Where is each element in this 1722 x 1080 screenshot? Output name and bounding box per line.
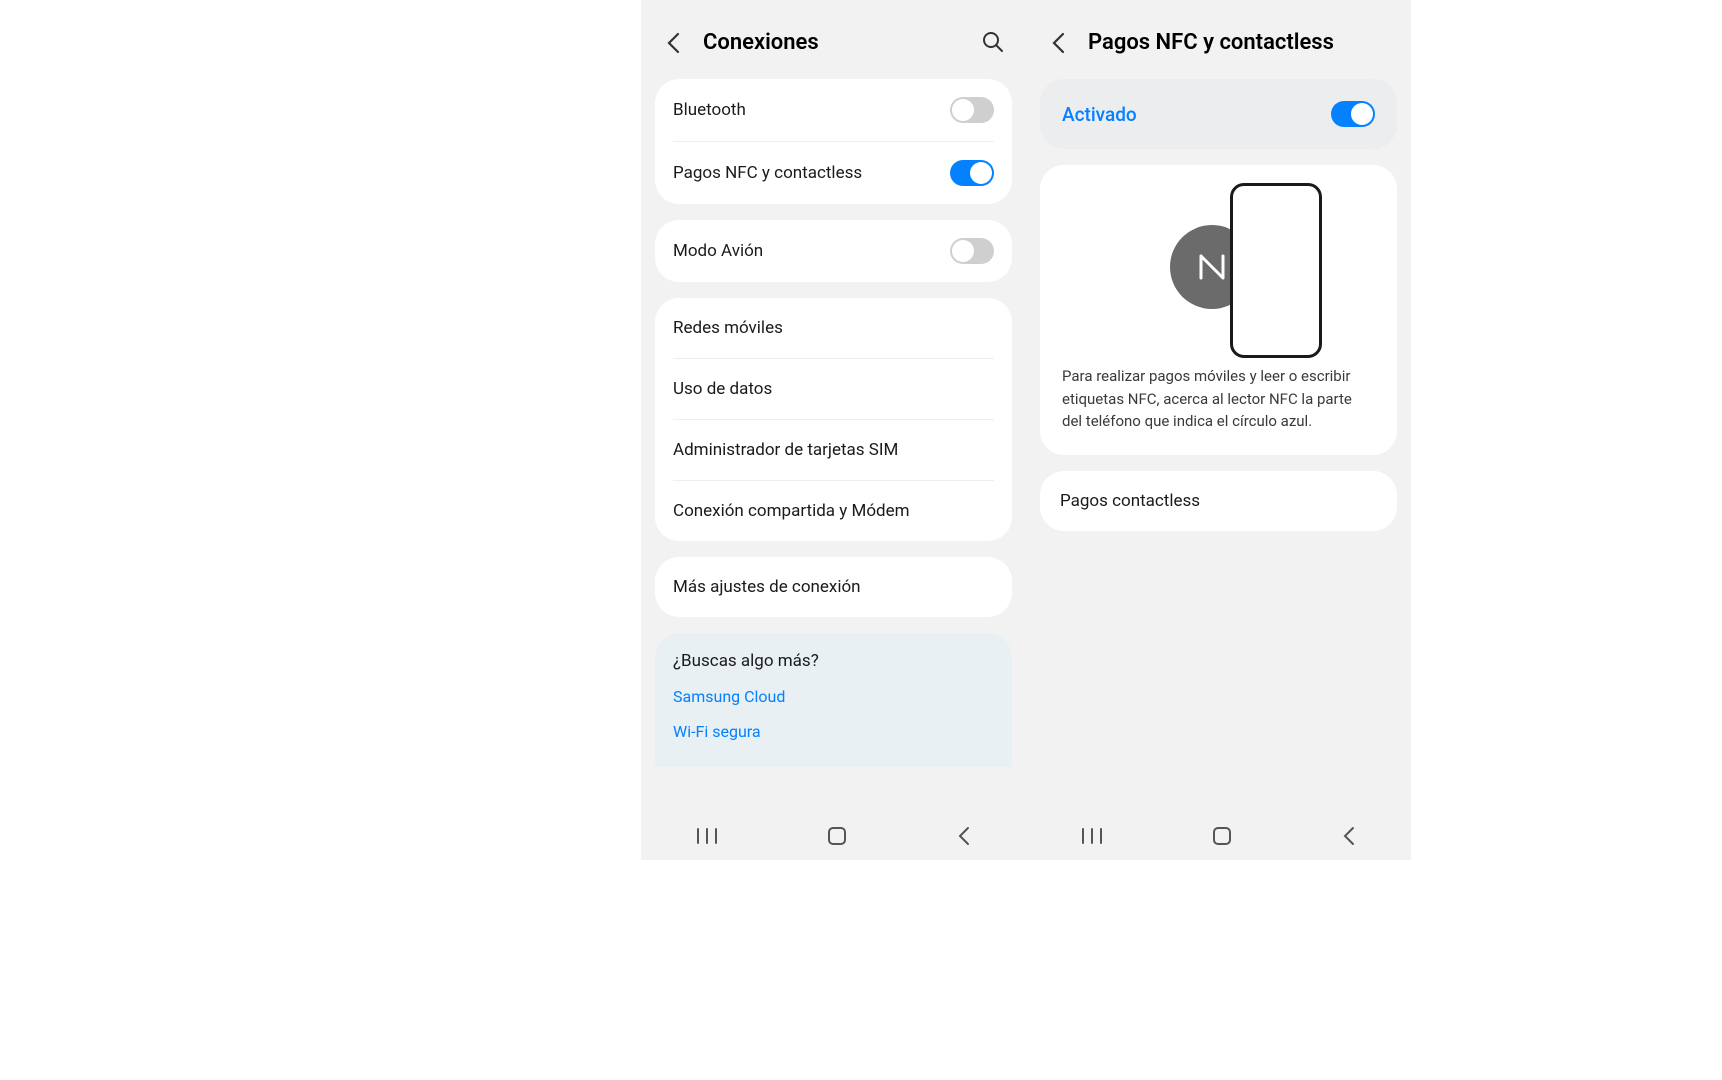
page-title: Conexiones xyxy=(703,30,982,55)
phone-connections: Conexiones Bluetooth Pagos NFC y contact… xyxy=(641,0,1026,860)
nfc-icon xyxy=(1197,252,1227,282)
header: Pagos NFC y contactless xyxy=(1026,0,1411,79)
search-more-title: ¿Buscas algo más? xyxy=(673,651,994,671)
settings-group: Modo Avión xyxy=(655,220,1012,282)
header: Conexiones xyxy=(641,0,1026,79)
row-label: Pagos NFC y contactless xyxy=(673,163,862,183)
nfc-description: Para realizar pagos móviles y leer o esc… xyxy=(1040,365,1397,455)
settings-group: Bluetooth Pagos NFC y contactless xyxy=(655,79,1012,204)
home-icon xyxy=(1212,826,1232,846)
row-label: Modo Avión xyxy=(673,241,763,261)
hotspot-row[interactable]: Conexión compartida y Módem xyxy=(655,481,1012,541)
chevron-left-icon xyxy=(666,32,680,54)
settings-group: Más ajustes de conexión xyxy=(655,557,1012,617)
navbar xyxy=(1026,816,1411,860)
sim-manager-row[interactable]: Administrador de tarjetas SIM xyxy=(655,420,1012,480)
search-icon xyxy=(982,31,1004,53)
data-usage-row[interactable]: Uso de datos xyxy=(655,359,1012,419)
recents-button[interactable] xyxy=(696,827,718,849)
settings-group: Redes móviles Uso de datos Administrador… xyxy=(655,298,1012,541)
search-button[interactable] xyxy=(982,31,1006,55)
chevron-left-icon xyxy=(957,826,971,846)
airplane-toggle[interactable] xyxy=(950,238,994,264)
row-label: Más ajustes de conexión xyxy=(673,577,861,597)
nfc-info-card: Para realizar pagos móviles y leer o esc… xyxy=(1040,165,1397,455)
row-label: Conexión compartida y Módem xyxy=(673,501,910,521)
recents-icon xyxy=(1081,827,1103,845)
samsung-cloud-link[interactable]: Samsung Cloud xyxy=(673,687,994,706)
home-icon xyxy=(827,826,847,846)
row-label: Pagos contactless xyxy=(1060,491,1200,511)
phone-nfc-detail: Pagos NFC y contactless Activado Para re… xyxy=(1026,0,1411,860)
airplane-mode-row[interactable]: Modo Avión xyxy=(655,220,1012,282)
search-more-card: ¿Buscas algo más? Samsung Cloud Wi-Fi se… xyxy=(655,633,1012,767)
recents-icon xyxy=(696,827,718,845)
home-button[interactable] xyxy=(1212,826,1232,850)
recents-button[interactable] xyxy=(1081,827,1103,849)
row-label: Bluetooth xyxy=(673,100,746,120)
mobile-networks-row[interactable]: Redes móviles xyxy=(655,298,1012,358)
row-label: Redes móviles xyxy=(673,318,783,338)
nav-back-button[interactable] xyxy=(1342,826,1356,850)
chevron-left-icon xyxy=(1051,32,1065,54)
nfc-graphic xyxy=(1040,165,1397,365)
wifi-secure-link[interactable]: Wi-Fi segura xyxy=(673,722,994,741)
contactless-payments-row[interactable]: Pagos contactless xyxy=(1040,471,1397,531)
more-connection-settings-row[interactable]: Más ajustes de conexión xyxy=(655,557,1012,617)
nfc-payments-row[interactable]: Pagos NFC y contactless xyxy=(655,142,1012,204)
back-button[interactable] xyxy=(661,31,685,55)
nfc-toggle[interactable] xyxy=(950,160,994,186)
nav-back-button[interactable] xyxy=(957,826,971,850)
row-label: Uso de datos xyxy=(673,379,772,399)
bluetooth-toggle[interactable] xyxy=(950,97,994,123)
contactless-payments-card: Pagos contactless xyxy=(1040,471,1397,531)
activated-label: Activado xyxy=(1062,103,1137,126)
activated-card: Activado xyxy=(1040,79,1397,149)
row-label: Administrador de tarjetas SIM xyxy=(673,440,898,460)
bluetooth-row[interactable]: Bluetooth xyxy=(655,79,1012,141)
home-button[interactable] xyxy=(827,826,847,850)
chevron-left-icon xyxy=(1342,826,1356,846)
back-button[interactable] xyxy=(1046,31,1070,55)
activated-toggle[interactable] xyxy=(1331,101,1375,127)
page-title: Pagos NFC y contactless xyxy=(1088,30,1391,55)
navbar xyxy=(641,816,1026,860)
phone-outline-icon xyxy=(1230,183,1322,358)
